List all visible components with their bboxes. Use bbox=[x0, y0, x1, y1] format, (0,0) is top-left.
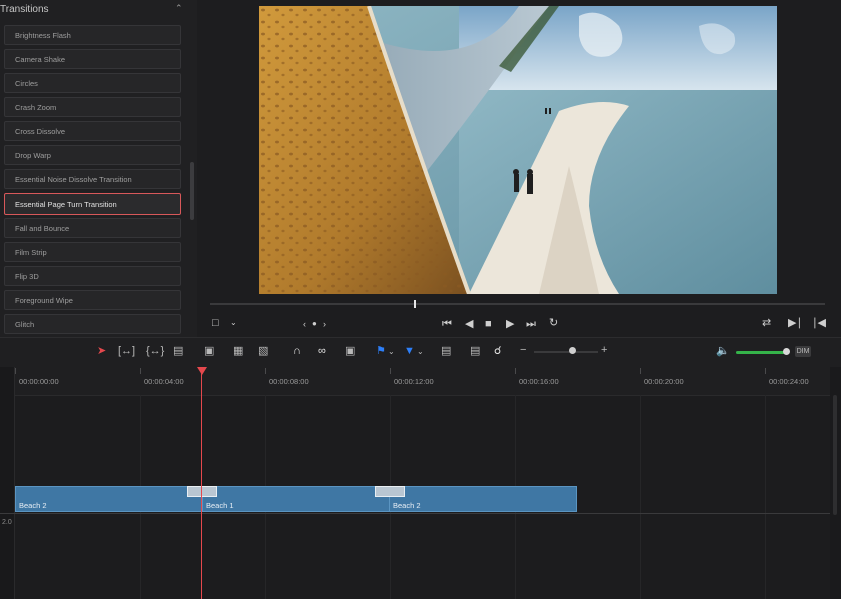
transition-label: Fall and Bounce bbox=[15, 224, 70, 233]
track-number: 2.0 bbox=[2, 519, 12, 526]
jog-dot-icon[interactable]: ● bbox=[312, 318, 317, 330]
track-divider bbox=[0, 513, 841, 514]
playhead-handle[interactable] bbox=[197, 367, 207, 375]
selection-tool-icon[interactable]: ➤ bbox=[97, 345, 106, 357]
zoom-slider-knob[interactable] bbox=[569, 347, 576, 354]
panel-title: Transitions bbox=[0, 4, 49, 15]
step-back-icon[interactable]: ◀ bbox=[465, 318, 473, 330]
zoom-full-icon[interactable]: ▤ bbox=[441, 345, 451, 357]
transition-item[interactable]: Fall and Bounce bbox=[4, 218, 181, 238]
loop-icon[interactable]: ↻ bbox=[549, 317, 558, 329]
panel-scrollbar[interactable] bbox=[190, 162, 194, 220]
timeline-scrollbar-thumb[interactable] bbox=[833, 395, 837, 515]
timecode-label: 00:00:00:00 bbox=[19, 377, 59, 386]
transition-item[interactable]: Film Strip bbox=[4, 242, 181, 262]
transition-label: Camera Shake bbox=[15, 55, 66, 64]
timeline-clip[interactable]: Beach 1 bbox=[202, 486, 390, 512]
overwrite-clip-icon[interactable]: ▦ bbox=[233, 345, 243, 357]
lock-icon[interactable]: ▣ bbox=[345, 345, 355, 357]
transition-item[interactable]: Brightness Flash bbox=[4, 25, 181, 45]
next-edit-icon[interactable]: ▶∣ bbox=[788, 317, 802, 329]
timeline-clip[interactable]: Beach 2 bbox=[15, 486, 203, 512]
transition-label: Crash Zoom bbox=[15, 103, 57, 112]
transition-item-selected[interactable]: Essential Page Turn Transition bbox=[4, 193, 181, 215]
transition-label: Brightness Flash bbox=[15, 31, 71, 40]
dynamic-trim-icon[interactable]: {↔} bbox=[146, 345, 164, 357]
trim-tool-icon[interactable]: [↔] bbox=[118, 345, 135, 357]
transition-label: Drop Warp bbox=[15, 151, 51, 160]
chevron-down-icon[interactable]: ⌄ bbox=[388, 346, 395, 358]
transition-item[interactable]: Circles bbox=[4, 73, 181, 93]
blade-tool-icon[interactable]: ▤ bbox=[173, 345, 183, 357]
chevron-down-icon[interactable]: ⌄ bbox=[417, 346, 424, 358]
match-frame-icon[interactable]: ⇄ bbox=[762, 317, 771, 329]
transition-label: Cross Dissolve bbox=[15, 127, 66, 136]
viewer-scrubber[interactable] bbox=[210, 303, 825, 305]
skip-back-icon[interactable]: ⏮ bbox=[442, 318, 452, 330]
transition-item[interactable]: Flip 3D bbox=[4, 266, 181, 286]
dim-button[interactable]: DIM bbox=[795, 346, 811, 357]
transition-item[interactable]: Crash Zoom bbox=[4, 97, 181, 117]
transition-item[interactable]: Cross Dissolve bbox=[4, 121, 181, 141]
transition-item[interactable]: Camera Shake bbox=[4, 49, 181, 69]
zoom-slider[interactable] bbox=[534, 351, 598, 353]
timecode-label: 00:00:20:00 bbox=[644, 377, 684, 386]
snapping-icon[interactable]: ∩ bbox=[293, 345, 301, 357]
transition-label: Flip 3D bbox=[15, 272, 39, 281]
transition-label: Essential Page Turn Transition bbox=[15, 200, 117, 209]
transition-label: Essential Noise Dissolve Transition bbox=[15, 175, 132, 184]
timecode-label: 00:00:16:00 bbox=[519, 377, 559, 386]
video-frame bbox=[259, 6, 777, 294]
chevron-up-icon[interactable]: ⌃ bbox=[175, 3, 183, 14]
clip-label: Beach 1 bbox=[206, 501, 234, 510]
clip-label: Beach 2 bbox=[393, 501, 421, 510]
timecode-label: 00:00:12:00 bbox=[394, 377, 434, 386]
zoom-custom-icon[interactable]: ☌ bbox=[494, 345, 501, 357]
clip-label: Beach 2 bbox=[19, 501, 47, 510]
transition-label: Film Strip bbox=[15, 248, 47, 257]
marker-icon[interactable]: ▼ bbox=[404, 345, 415, 357]
skip-forward-icon[interactable]: ⏭ bbox=[526, 318, 536, 330]
transition-marker[interactable] bbox=[375, 486, 405, 497]
panel-header[interactable]: Transitions ⌃ bbox=[0, 0, 197, 21]
timecode-label: 00:00:04:00 bbox=[144, 377, 184, 386]
volume-slider[interactable] bbox=[736, 351, 786, 354]
link-icon[interactable]: ∞ bbox=[318, 345, 326, 357]
timecode-label: 00:00:08:00 bbox=[269, 377, 309, 386]
timeline-playhead[interactable] bbox=[201, 370, 202, 599]
transition-label: Circles bbox=[15, 79, 38, 88]
speaker-icon[interactable]: 🔈 bbox=[716, 345, 730, 357]
viewer-size-icon[interactable]: □ bbox=[212, 317, 219, 329]
volume-knob[interactable] bbox=[783, 348, 790, 355]
viewer-playhead[interactable] bbox=[414, 300, 416, 308]
jog-left-icon[interactable]: ‹ bbox=[303, 318, 306, 330]
prev-edit-icon[interactable]: ∣◀ bbox=[812, 317, 826, 329]
video-image bbox=[259, 6, 777, 294]
transition-item[interactable]: Foreground Wipe bbox=[4, 290, 181, 310]
insert-clip-icon[interactable]: ▣ bbox=[204, 345, 214, 357]
replace-clip-icon[interactable]: ▧ bbox=[258, 345, 268, 357]
timeline bbox=[0, 367, 841, 599]
timecode-label: 00:00:24:00 bbox=[769, 377, 809, 386]
play-icon[interactable]: ▶ bbox=[506, 318, 514, 330]
track-header[interactable] bbox=[0, 367, 15, 599]
flag-icon[interactable]: ⚑ bbox=[376, 345, 386, 357]
zoom-detail-icon[interactable]: ▤ bbox=[470, 345, 480, 357]
transition-marker[interactable] bbox=[187, 486, 217, 497]
transition-item[interactable]: Glitch bbox=[4, 314, 181, 334]
transition-label: Glitch bbox=[15, 320, 35, 329]
jog-right-icon[interactable]: › bbox=[323, 318, 326, 330]
zoom-out-icon[interactable]: − bbox=[520, 344, 526, 356]
transitions-panel: Transitions ⌃ Brightness Flash Camera Sh… bbox=[0, 0, 197, 337]
timeline-clip[interactable]: Beach 2 bbox=[389, 486, 577, 512]
transition-item[interactable]: Essential Noise Dissolve Transition bbox=[4, 169, 181, 189]
transition-label: Foreground Wipe bbox=[15, 296, 73, 305]
transition-item[interactable]: Drop Warp bbox=[4, 145, 181, 165]
chevron-down-icon[interactable]: ⌄ bbox=[230, 317, 237, 329]
zoom-in-icon[interactable]: + bbox=[601, 344, 607, 356]
stop-icon[interactable]: ■ bbox=[485, 318, 492, 330]
